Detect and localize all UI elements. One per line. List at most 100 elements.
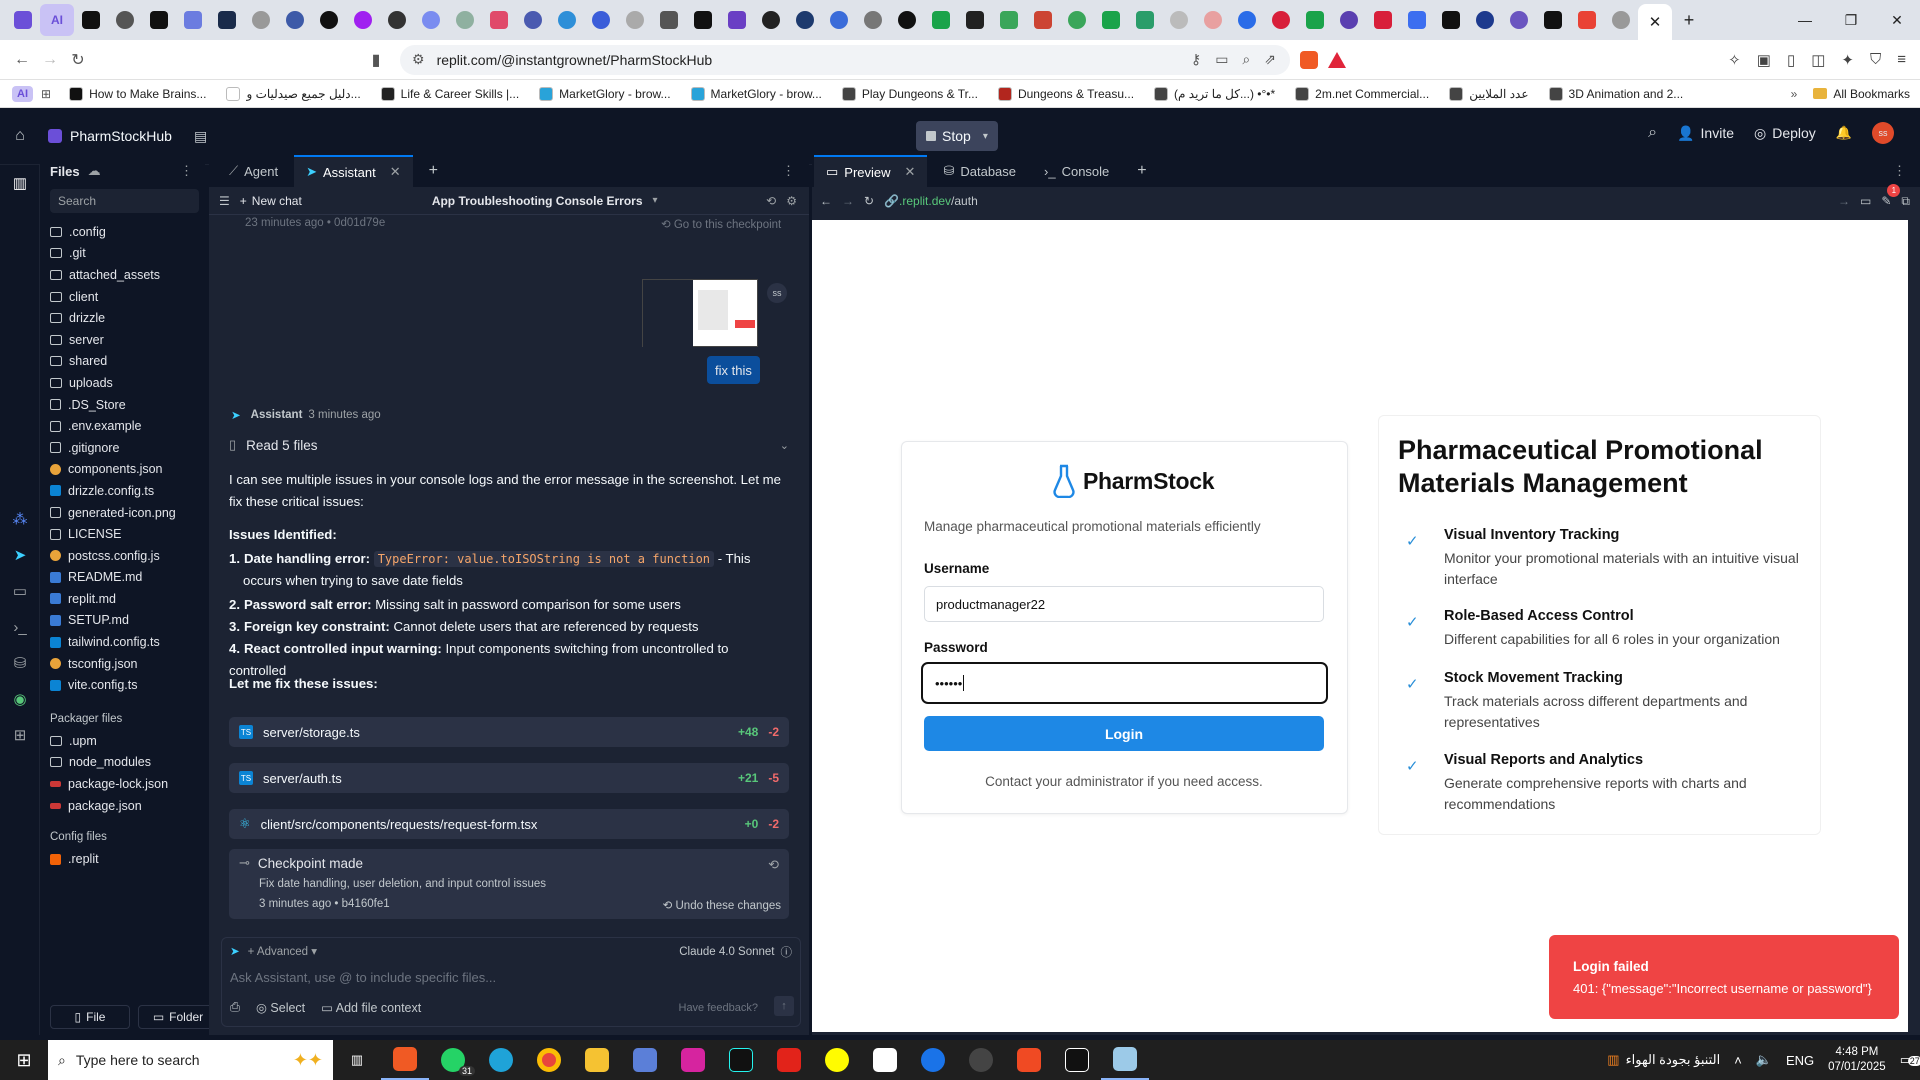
tab[interactable] [1060,4,1094,36]
bookmark-item[interactable]: 2m.net Commercial... [1295,86,1429,101]
file-tree-item[interactable]: generated-icon.png [40,502,205,524]
tab[interactable] [1434,4,1468,36]
add-tab-icon[interactable]: + [1125,155,1158,187]
tab[interactable] [312,4,346,36]
invite-button[interactable]: 👤 Invite [1677,125,1734,142]
volume-icon[interactable]: 🔈 [1756,1052,1772,1068]
tab[interactable] [992,4,1026,36]
bookmark-item[interactable]: Dungeons & Treasu... [997,86,1134,101]
file-tree-item[interactable]: README.md [40,567,205,589]
brave-shields-icon[interactable] [1300,50,1318,69]
file-tree-item[interactable]: .replit [40,848,205,870]
read-files-toggle[interactable]: ▯ Read 5 files ⌄ [229,437,789,453]
file-tree-item[interactable]: replit.md [40,588,205,610]
tab[interactable] [108,4,142,36]
taskbar-chatgpt[interactable] [957,1040,1005,1080]
taskbar-tiktok[interactable] [717,1040,765,1080]
file-tree-item[interactable]: client [40,286,205,308]
wallet2-icon[interactable]: ◫ [1811,51,1825,69]
tab[interactable] [1366,4,1400,36]
vpn-icon[interactable]: ⛉ [1870,51,1881,69]
taskbar-search[interactable]: ⌕ Type here to search ✦✦ [48,1040,333,1080]
tab[interactable] [516,4,550,36]
files-tool-icon[interactable]: ▥ [0,165,40,201]
project-menu-icon[interactable]: ▤ [194,128,207,145]
tab[interactable] [414,4,448,36]
tab[interactable] [1570,4,1604,36]
tab[interactable] [1196,4,1230,36]
tab[interactable] [788,4,822,36]
taskbar-brave[interactable] [381,1040,429,1080]
taskbar-app6[interactable] [1101,1040,1149,1080]
devices-icon[interactable]: ▭ [1860,194,1871,208]
agent-tool-icon[interactable]: ➤ [0,537,40,573]
clock[interactable]: 4:48 PM 07/01/2025 [1828,1045,1886,1075]
file-tree-item[interactable]: tailwind.config.ts [40,631,205,653]
zoom-icon[interactable]: ⌕ [1242,51,1250,68]
back-icon[interactable]: ← [820,194,832,208]
rollback-icon[interactable]: ⟲ [768,857,779,873]
bookmark-item[interactable]: دليل جميع صيدليات و... [226,86,361,101]
tab[interactable] [74,4,108,36]
ai-bookmark[interactable]: AI [12,85,33,102]
password-field[interactable]: •••••• [921,662,1328,704]
tab[interactable] [210,4,244,36]
file-tree-item[interactable]: server [40,329,205,351]
open-new-window-icon[interactable]: ⧉ [1901,194,1910,209]
file-tree-item[interactable]: node_modules [40,752,205,774]
files-menu-icon[interactable]: ⋮ [180,163,193,179]
close-tab-icon[interactable]: ✕ [905,164,916,180]
bookmark-icon[interactable]: ▮ [362,46,390,74]
leo-icon[interactable]: ✦ [1841,51,1854,69]
attached-screenshot[interactable] [642,279,758,348]
tab-assistant[interactable]: ➤ Assistant ✕ [294,155,413,187]
reload-icon[interactable]: ↻ [64,46,92,74]
tab[interactable] [618,4,652,36]
history-icon[interactable]: ☰ [219,194,230,208]
tab[interactable] [890,4,924,36]
forward-icon[interactable]: → [842,194,854,208]
tab[interactable] [1162,4,1196,36]
file-tree-item[interactable]: attached_assets [40,264,205,286]
file-tree-item[interactable]: .DS_Store [40,394,205,416]
notification-center[interactable]: ▭ 27 [1900,1052,1920,1068]
chat-title[interactable]: App Troubleshooting Console Errors [432,194,643,208]
devtools-icon[interactable]: ✎ 1 [1881,184,1901,208]
chat-tabs-menu-icon[interactable]: ⋮ [782,163,795,179]
chevron-down-icon[interactable]: ▾ [983,131,988,142]
new-folder-button[interactable]: ▭ Folder [138,1005,218,1029]
bookmark-item[interactable]: How to Make Brains... [69,86,206,101]
deployments-tool-icon[interactable]: ◉ [0,681,40,717]
tab[interactable] [1094,4,1128,36]
tab[interactable] [482,4,516,36]
file-tree-item[interactable]: package-lock.json [40,773,205,795]
wallet-icon[interactable]: ▣ [1757,51,1771,69]
username-field[interactable]: productmanager22 [924,586,1324,622]
file-tree-item[interactable]: .config [40,221,205,243]
bookmark-item[interactable]: Life & Career Skills |... [380,86,519,101]
tab[interactable] [1128,4,1162,36]
back-icon[interactable]: ← [8,46,36,74]
file-tree-item[interactable]: drizzle.config.ts [40,480,205,502]
menu-icon[interactable]: ≡ [1897,51,1906,69]
tab[interactable] [720,4,754,36]
all-bookmarks[interactable]: All Bookmarks [1813,87,1910,101]
tab-agent[interactable]: ⟋ Agent [217,155,290,187]
stop-button[interactable]: Stop ▾ [916,121,998,151]
taskbar-instagram[interactable] [669,1040,717,1080]
taskbar-chrome[interactable] [525,1040,573,1080]
share-icon[interactable]: ⇗ [1264,51,1276,68]
project-name[interactable]: PharmStockHub [48,128,172,144]
more-bookmarks-icon[interactable]: » [1791,87,1798,101]
go-icon[interactable]: → [1838,194,1850,208]
tab[interactable] [380,4,414,36]
bookmark-item[interactable]: (كل ما تريد م...) •°•* [1154,86,1275,101]
taskbar-app5[interactable] [1053,1040,1101,1080]
taskbar-app3[interactable] [909,1040,957,1080]
file-tree-item[interactable]: package.json [40,795,205,817]
chevron-down-icon[interactable]: ▾ [653,195,658,206]
sidebar-icon[interactable]: ▯ [1787,51,1795,69]
bookmark-item[interactable]: Play Dungeons & Tr... [841,86,978,101]
file-tree-item[interactable]: SETUP.md [40,610,205,632]
tab[interactable] [856,4,890,36]
